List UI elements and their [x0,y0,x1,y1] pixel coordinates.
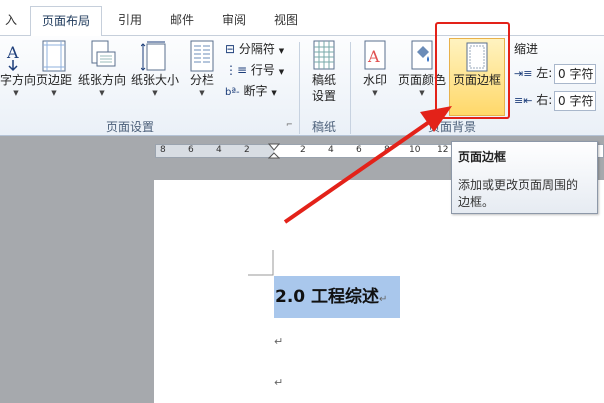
annotation-arrow [283,106,452,224]
